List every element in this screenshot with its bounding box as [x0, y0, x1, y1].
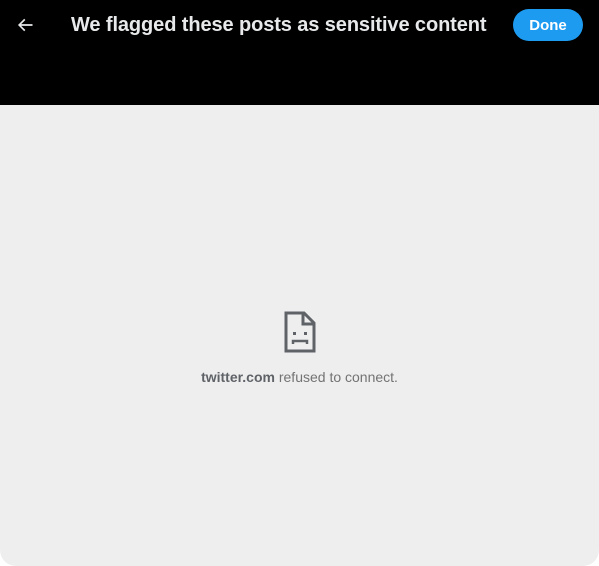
dialog-header: We flagged these posts as sensitive cont…: [0, 0, 599, 105]
connection-error: twitter.com refused to connect.: [0, 310, 599, 385]
arrow-left-icon: [17, 18, 33, 32]
sensitive-content-dialog: We flagged these posts as sensitive cont…: [0, 0, 599, 566]
error-text: refused to connect.: [274, 369, 398, 385]
done-button[interactable]: Done: [513, 9, 583, 41]
sad-page-icon: [284, 311, 315, 353]
error-host: twitter.com: [201, 369, 275, 385]
back-button[interactable]: [8, 8, 42, 42]
dialog-title: We flagged these posts as sensitive cont…: [71, 14, 487, 36]
error-message: twitter.com refused to connect.: [0, 369, 599, 385]
